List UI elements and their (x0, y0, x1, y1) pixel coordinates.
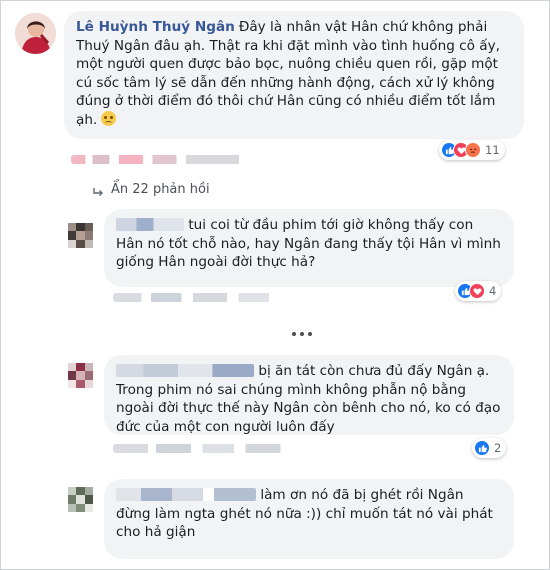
reply-body: bị ăn tát còn chưa đủ đấy Ngân ạ. Trong … (116, 362, 502, 436)
reply-actions-blurred (113, 293, 303, 302)
more-replies-dots-icon[interactable] (292, 332, 312, 336)
reply-actions-blurred (113, 444, 308, 453)
main-comment-bubble: Lê Huỳnh Thuý Ngân Đây là nhân vật Hân ch… (64, 11, 524, 139)
hide-replies-link[interactable]: Ẩn 22 phản hồi (91, 182, 210, 197)
blurred-author-name[interactable] (116, 488, 256, 501)
reply-body: tui coi từ đầu phim tới giờ không thấy c… (116, 216, 502, 272)
sad-face-icon (101, 110, 117, 126)
author-avatar[interactable] (15, 13, 56, 54)
reply-reactions[interactable]: 2 (472, 438, 507, 458)
hide-replies-label: Ẩn 22 phản hồi (111, 182, 210, 197)
comment-actions-blurred (71, 155, 311, 164)
author-name-link[interactable]: Lê Huỳnh Thuý Ngân (76, 19, 235, 35)
reply-avatar[interactable] (68, 487, 93, 512)
main-comment-body: Lê Huỳnh Thuý Ngân Đây là nhân vật Hân ch… (76, 18, 512, 130)
reply-body: làm ơn nó đã bị ghét rồi Ngân đừng làm n… (116, 486, 502, 542)
love-icon (469, 283, 485, 299)
reply-bubble: làm ơn nó đã bị ghét rồi Ngân đừng làm n… (104, 479, 514, 559)
main-comment-reactions[interactable]: 11 (439, 140, 505, 160)
reaction-count: 11 (485, 143, 500, 157)
like-icon (474, 440, 490, 456)
reaction-count: 4 (489, 284, 497, 298)
avatar-photo (15, 13, 56, 54)
comment-thread: Lê Huỳnh Thuý Ngân Đây là nhân vật Hân ch… (0, 0, 550, 570)
angry-icon (465, 142, 481, 158)
avatar-pixelated (68, 363, 93, 388)
reply-bubble: bị ăn tát còn chưa đủ đấy Ngân ạ. Trong … (104, 355, 514, 435)
reply-avatar[interactable] (68, 363, 93, 388)
reply-avatar[interactable] (68, 223, 93, 248)
blurred-author-name[interactable] (116, 364, 254, 377)
reply-reactions[interactable]: 4 (455, 281, 502, 301)
reaction-count: 2 (494, 441, 502, 455)
main-comment-text: Đây là nhân vật Hân chứ không phải Thuý … (76, 19, 500, 128)
reply-arrow-icon (93, 187, 103, 196)
blurred-author-name[interactable] (116, 218, 184, 231)
avatar-pixelated (68, 487, 93, 512)
reply-bubble: tui coi từ đầu phim tới giờ không thấy c… (104, 209, 514, 287)
avatar-pixelated (68, 223, 93, 248)
